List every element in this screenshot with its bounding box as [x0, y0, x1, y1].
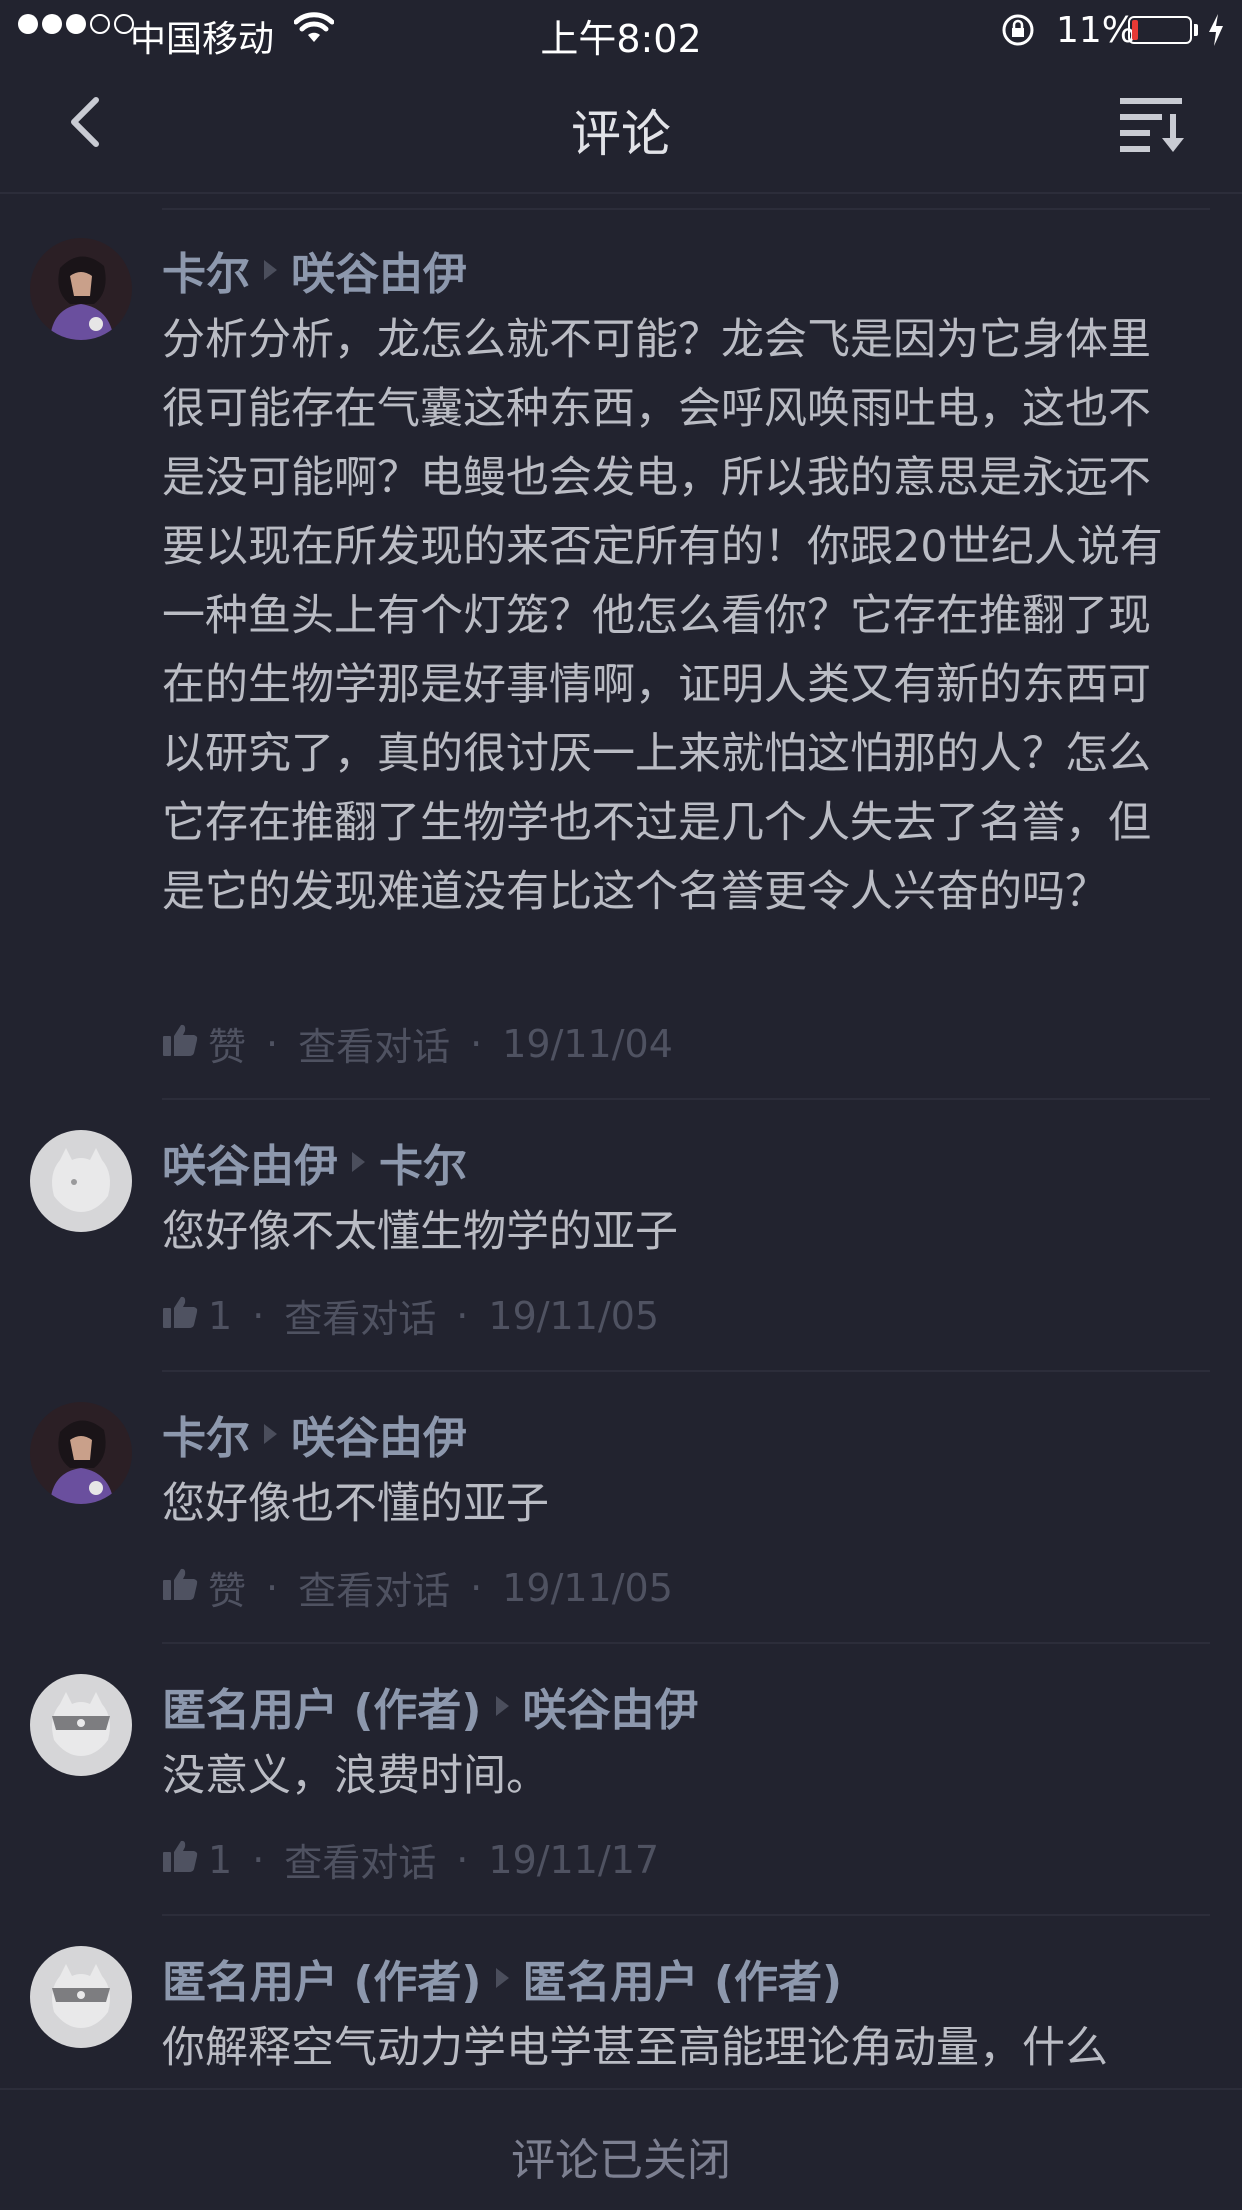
comments-closed-label: 评论已关闭: [511, 2135, 731, 2186]
avatar[interactable]: [30, 1946, 132, 2048]
avatar[interactable]: [30, 1130, 132, 1232]
separator-dot: ·: [252, 1293, 265, 1338]
navigation-bar: 评论: [0, 62, 1242, 194]
author-name[interactable]: 卡尔: [162, 1402, 250, 1466]
thumbs-up-icon[interactable]: [162, 1022, 198, 1066]
view-conversation-link[interactable]: 查看对话: [284, 1832, 436, 1887]
author-name[interactable]: 卡尔: [162, 238, 250, 302]
thumbs-up-icon[interactable]: [162, 1294, 198, 1338]
comment-item: 匿名用户 (作者) 咲谷由伊 没意义，浪费时间。 1 · 查看对话 · 19/1…: [0, 1642, 1242, 1914]
comment-meta: 赞 · 查看对话 · 19/11/05: [162, 1560, 673, 1615]
avatar[interactable]: [30, 1402, 132, 1504]
separator-dot: ·: [470, 1021, 483, 1066]
like-count[interactable]: 1: [208, 1838, 232, 1882]
thumbs-up-icon[interactable]: [162, 1838, 198, 1882]
reply-arrow-icon: [264, 260, 277, 280]
separator-dot: ·: [456, 1293, 469, 1338]
comment-header: 卡尔 咲谷由伊: [162, 1402, 467, 1466]
separator-dot: ·: [456, 1837, 469, 1882]
comment-text: 您好像也不懂的亚子: [162, 1479, 549, 1529]
reply-to-name[interactable]: 咲谷由伊: [291, 238, 467, 302]
sort-button[interactable]: [1118, 94, 1188, 154]
charging-icon: [1206, 12, 1226, 57]
reply-arrow-icon: [495, 1968, 509, 1988]
comment-date: 19/11/05: [502, 1565, 673, 1610]
comment-meta: 1 · 查看对话 · 19/11/17: [162, 1832, 659, 1887]
comment-text: 没意义，浪费时间。: [162, 1751, 549, 1801]
comment-list[interactable]: 卡尔 咲谷由伊 分析分析，龙怎么就不可能？龙会飞是因为它身体里很可能存在气囊这种…: [0, 208, 1242, 2088]
view-conversation-link[interactable]: 查看对话: [298, 1016, 450, 1071]
battery-level-fill: [1132, 20, 1138, 40]
like-count[interactable]: 赞: [208, 1560, 246, 1615]
reply-arrow-icon: [264, 1424, 277, 1444]
orientation-lock-icon: [1000, 12, 1036, 57]
comment-text: 分析分析，龙怎么就不可能？龙会飞是因为它身体里很可能存在气囊这种东西，会呼风唤雨…: [162, 315, 1163, 917]
separator-dot: ·: [266, 1565, 279, 1610]
comment-text: 你解释空气动力学电学甚至高能理论角动量，什么: [162, 2023, 1108, 2073]
comment-date: 19/11/04: [502, 1021, 673, 1066]
author-name[interactable]: 匿名用户 (作者): [162, 1946, 482, 2010]
comments-closed-bar: 评论已关闭: [0, 2088, 1242, 2210]
comment-header: 卡尔 咲谷由伊: [162, 238, 467, 302]
comment-item: 卡尔 咲谷由伊 分析分析，龙怎么就不可能？龙会飞是因为它身体里很可能存在气囊这种…: [0, 208, 1242, 1098]
reply-to-name[interactable]: 匿名用户 (作者): [523, 1946, 843, 2010]
like-count[interactable]: 赞: [208, 1016, 246, 1071]
separator-dot: ·: [266, 1021, 279, 1066]
status-bar: 中国移动 上午8:02 11%: [0, 0, 1242, 62]
battery-percentage: 11%: [1056, 10, 1137, 51]
comment-date: 19/11/05: [488, 1293, 660, 1338]
reply-arrow-icon: [495, 1696, 509, 1716]
comment-item: 卡尔 咲谷由伊 您好像也不懂的亚子 赞 · 查看对话 · 19/11/05: [0, 1370, 1242, 1642]
author-name[interactable]: 咲谷由伊: [162, 1130, 338, 1194]
comment-meta: 赞 · 查看对话 · 19/11/04: [162, 1016, 673, 1071]
reply-to-name[interactable]: 卡尔: [379, 1130, 467, 1194]
comment-item: 匿名用户 (作者) 匿名用户 (作者) 你解释空气动力学电学甚至高能理论角动量，…: [0, 1914, 1242, 2088]
view-conversation-link[interactable]: 查看对话: [298, 1560, 450, 1615]
like-count[interactable]: 1: [208, 1294, 232, 1338]
comment-text: 您好像不太懂生物学的亚子: [162, 1207, 678, 1257]
separator-dot: ·: [470, 1565, 483, 1610]
reply-to-name[interactable]: 咲谷由伊: [523, 1674, 699, 1738]
avatar[interactable]: [30, 238, 132, 340]
comment-item: 咲谷由伊 卡尔 您好像不太懂生物学的亚子 1 · 查看对话 · 19/11/05: [0, 1098, 1242, 1370]
battery-tip: [1194, 24, 1198, 36]
comment-meta: 1 · 查看对话 · 19/11/05: [162, 1288, 659, 1343]
author-name[interactable]: 匿名用户 (作者): [162, 1674, 482, 1738]
separator-dot: ·: [252, 1837, 265, 1882]
reply-arrow-icon: [352, 1152, 365, 1172]
sort-descending-icon: [1120, 98, 1184, 152]
view-conversation-link[interactable]: 查看对话: [284, 1288, 436, 1343]
comment-header: 匿名用户 (作者) 匿名用户 (作者): [162, 1946, 842, 2010]
comment-header: 匿名用户 (作者) 咲谷由伊: [162, 1674, 699, 1738]
comment-header: 咲谷由伊 卡尔: [162, 1130, 467, 1194]
reply-to-name[interactable]: 咲谷由伊: [291, 1402, 467, 1466]
comment-date: 19/11/17: [488, 1837, 660, 1882]
avatar[interactable]: [30, 1674, 132, 1776]
thumbs-up-icon[interactable]: [162, 1566, 198, 1610]
battery-icon: [1128, 16, 1192, 44]
page-title: 评论: [571, 105, 671, 163]
